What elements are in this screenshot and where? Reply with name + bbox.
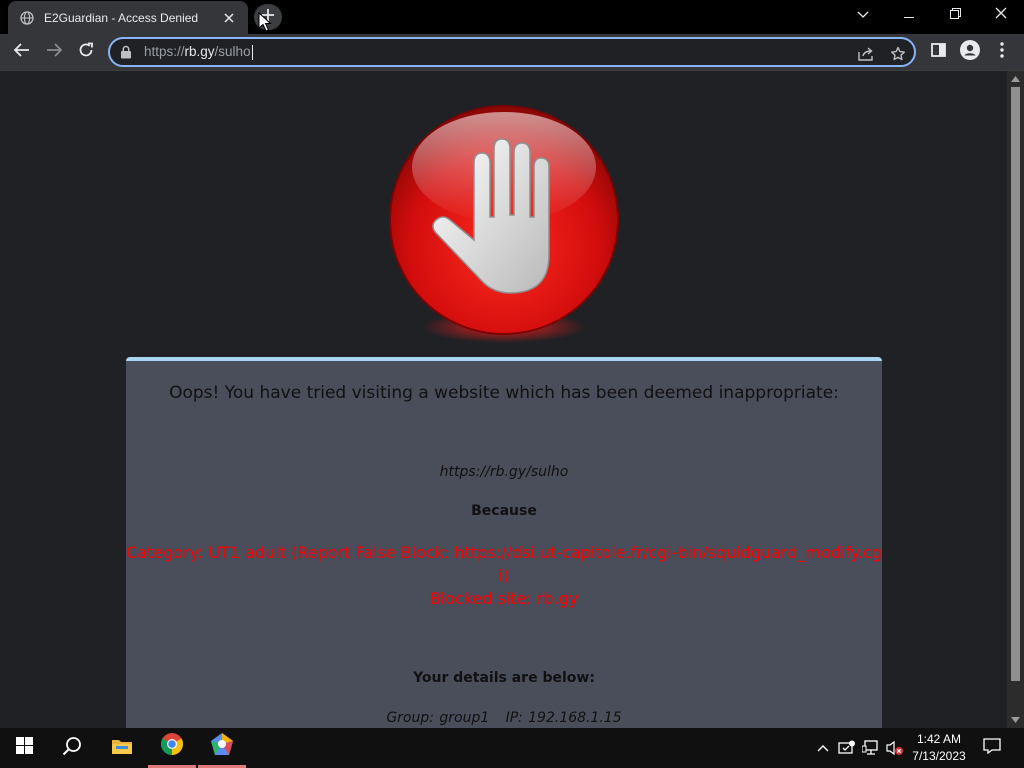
block-reason: Category: UT1 adult (Report False Block:… — [126, 541, 882, 610]
address-bar[interactable]: https://rb.gy/sulho — [108, 37, 916, 67]
arrow-right-icon — [46, 42, 63, 62]
stop-hand-icon — [389, 105, 619, 343]
kebab-menu-icon — [1000, 41, 1004, 63]
scroll-down-icon[interactable] — [1011, 715, 1020, 724]
start-button[interactable] — [0, 728, 48, 768]
scroll-up-icon[interactable] — [1011, 74, 1020, 83]
page-viewport: Oops! You have tried visiting a website … — [0, 71, 1007, 728]
bookmark-star-icon[interactable] — [888, 44, 908, 64]
title-bar: E2Guardian - Access Denied — [0, 0, 1024, 34]
forward-button[interactable] — [40, 38, 68, 66]
restore-button[interactable] — [932, 0, 978, 30]
tab-search-button[interactable] — [840, 0, 886, 30]
notification-icon — [983, 737, 1001, 759]
side-panel-icon — [930, 42, 946, 62]
vertical-scrollbar[interactable] — [1007, 71, 1024, 728]
details-label: Your details are below: — [413, 670, 595, 686]
search-button[interactable] — [48, 728, 96, 768]
url-scheme: https:// — [144, 44, 185, 60]
close-icon — [995, 6, 1007, 24]
minimize-button[interactable] — [886, 0, 932, 30]
scroll-thumb[interactable] — [1011, 87, 1020, 681]
globe-icon — [20, 10, 34, 25]
back-button[interactable] — [8, 38, 36, 66]
user-details: Group: group1 IP: 192.168.1.15 — [386, 710, 622, 726]
volume-muted-icon[interactable] — [886, 740, 904, 756]
url-host: rb.gy — [184, 44, 215, 60]
reload-button[interactable] — [72, 38, 100, 66]
arrow-left-icon — [13, 42, 30, 62]
access-denied-panel: Oops! You have tried visiting a website … — [126, 357, 882, 728]
system-clock[interactable]: 1:42 AM 7/13/2023 — [906, 731, 972, 765]
menu-button[interactable] — [988, 38, 1016, 66]
minimize-icon — [904, 6, 914, 24]
mouse-cursor-icon — [258, 12, 272, 32]
file-explorer-icon — [111, 737, 133, 760]
restore-icon — [949, 6, 961, 24]
windows-start-icon — [15, 737, 33, 759]
url-path: /sulho — [214, 44, 251, 60]
security-tray-icon[interactable] — [838, 740, 856, 756]
app-taskbar-button[interactable] — [198, 728, 246, 768]
reason-category: Category: UT1 adult (Report False Block:… — [126, 543, 882, 585]
avatar-icon — [960, 39, 980, 65]
chrome-taskbar-button[interactable] — [148, 728, 196, 768]
app-icon — [210, 732, 234, 761]
lock-icon[interactable] — [120, 45, 134, 59]
reload-icon — [78, 42, 94, 63]
because-label: Because — [471, 503, 537, 519]
chevron-down-icon — [857, 6, 869, 24]
blocked-url: https://rb.gy/sulho — [439, 464, 569, 480]
browser-toolbar: https://rb.gy/sulho — [0, 34, 1024, 71]
tab-title: E2Guardian - Access Denied — [44, 10, 199, 25]
chevron-up-icon[interactable] — [814, 740, 832, 756]
close-tab-icon[interactable] — [220, 9, 238, 27]
clock-time: 1:42 AM — [916, 732, 962, 746]
share-icon[interactable] — [856, 44, 876, 64]
taskbar: 1:42 AM 7/13/2023 — [0, 728, 1024, 768]
text-caret — [251, 44, 253, 60]
reason-site: Blocked site: rb.gy — [429, 589, 579, 608]
page-headline: Oops! You have tried visiting a website … — [169, 383, 839, 403]
file-explorer-button[interactable] — [98, 728, 146, 768]
chrome-icon — [160, 732, 184, 761]
browser-tab[interactable]: E2Guardian - Access Denied — [8, 1, 248, 34]
network-icon[interactable] — [862, 740, 880, 756]
notifications-button[interactable] — [970, 728, 1014, 768]
side-panel-button[interactable] — [924, 38, 952, 66]
search-icon — [62, 736, 82, 761]
profile-button[interactable] — [956, 38, 984, 66]
clock-date: 7/13/2023 — [912, 749, 966, 763]
url-text[interactable]: https://rb.gy/sulho — [144, 44, 253, 60]
close-window-button[interactable] — [978, 0, 1024, 30]
